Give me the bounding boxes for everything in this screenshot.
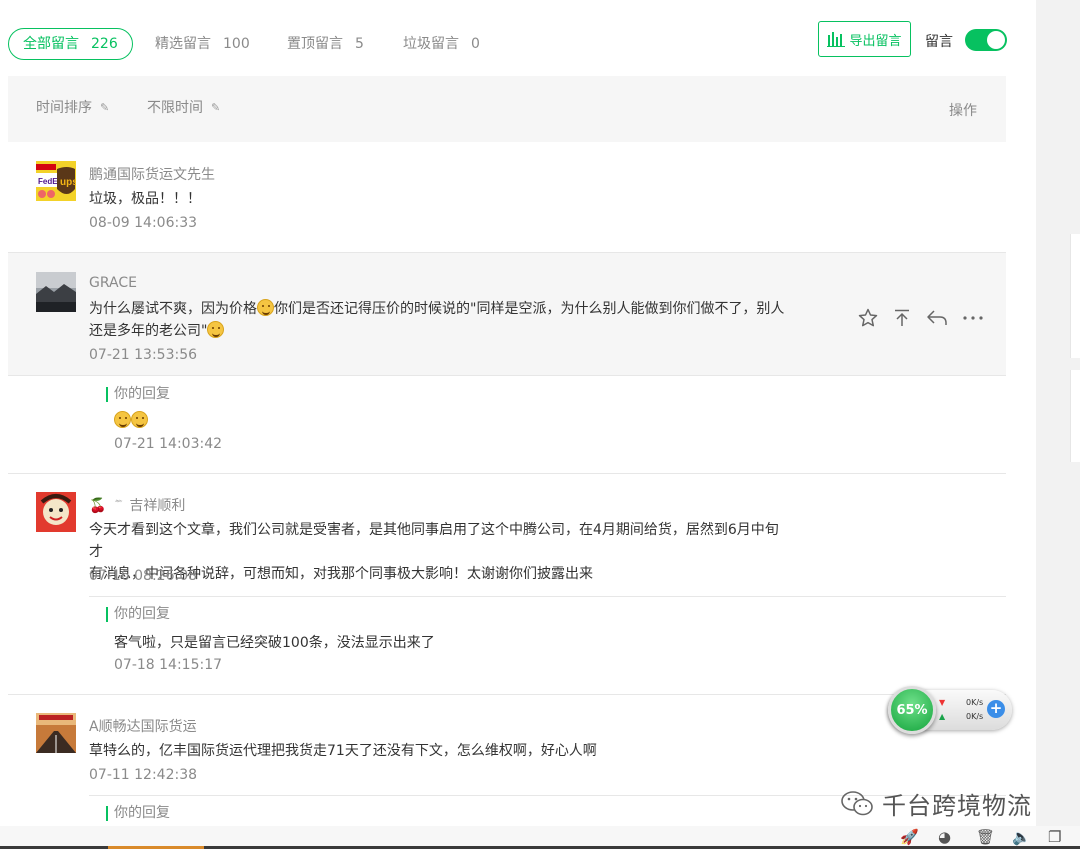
pencil-icon: ✎ xyxy=(100,101,109,114)
usage-percent: 65% xyxy=(896,703,927,718)
export-comments-button[interactable]: 导出留言 xyxy=(818,21,911,57)
sort-filter[interactable]: 时间排序 ✎ xyxy=(36,97,109,117)
comment-content: 垃圾，极品！！！ xyxy=(89,188,201,210)
comment-text: 你们是否还记得压价的时候说的"同样是空派，为什么别人能做到你们做不了，别人 xyxy=(274,301,784,317)
comment-text: 还是多年的老公司" xyxy=(89,323,207,339)
reply-icon[interactable] xyxy=(926,308,948,328)
tab-count: 100 xyxy=(223,36,250,52)
reply-time: 07-18 14:15:17 xyxy=(114,657,222,673)
divider xyxy=(8,375,1006,376)
filter-bar: 时间排序 ✎ 不限时间 ✎ 操作 xyxy=(8,76,1006,142)
trash-icon[interactable]: 🗑 xyxy=(976,828,995,846)
download-speed: 0K/s xyxy=(966,712,983,721)
browser-icon[interactable]: ◕ xyxy=(938,828,951,846)
window-icon[interactable]: ❐ xyxy=(1048,828,1061,846)
cherry-icon: 🍒 xyxy=(89,498,106,514)
crying-laughing-emoji-icon xyxy=(257,299,274,316)
reply-label: 你的回复 xyxy=(106,806,170,821)
grinning-emoji-icon xyxy=(114,411,131,428)
smirk-emoji-icon xyxy=(207,321,224,338)
upload-speed: 0K/s xyxy=(966,698,983,707)
download-arrow-icon: ▲ xyxy=(939,712,945,721)
comment-time: 07-21 13:53:56 xyxy=(89,347,197,363)
tab-all-comments[interactable]: 全部留言 226 xyxy=(8,28,133,60)
tab-label: 精选留言 xyxy=(155,36,211,52)
side-card xyxy=(1070,234,1080,358)
pencil-icon: ✎ xyxy=(211,101,220,114)
comment-content: 为什么屡试不爽，因为价格 你们是否还记得压价的时候说的"同样是空派，为什么别人能做… xyxy=(89,298,789,342)
svg-text:ups: ups xyxy=(60,177,76,188)
star-icon[interactable] xyxy=(858,308,878,328)
divider xyxy=(89,596,1006,597)
reply-text xyxy=(114,411,148,429)
avatar xyxy=(36,272,76,312)
commenter-name: 鹏通国际货运文先生 xyxy=(89,164,215,184)
tab-label: 垃圾留言 xyxy=(403,36,459,52)
side-card xyxy=(1070,370,1080,462)
tab-count: 0 xyxy=(471,36,480,52)
divider xyxy=(8,473,1006,474)
operations-header: 操作 xyxy=(949,100,977,120)
comment-time: 07-11 12:42:38 xyxy=(89,767,197,783)
reply-label: 你的回复 xyxy=(106,387,170,402)
sort-filter-label: 时间排序 xyxy=(36,97,92,117)
avatar: FedEx ups xyxy=(36,161,76,201)
bar-chart-icon xyxy=(827,31,845,47)
commenter-name-text: 吉祥顺利 xyxy=(129,498,185,514)
pin-to-top-icon[interactable] xyxy=(892,308,912,328)
reply-text: 客气啦，只是留言已经突破100条，没法显示出来了 xyxy=(114,632,435,652)
comment-toggle-switch[interactable] xyxy=(965,29,1007,51)
comment-actions xyxy=(858,308,984,328)
tab-label: 置顶留言 xyxy=(287,36,343,52)
comment-panel: 全部留言 226 精选留言 100 置顶留言 5 垃圾留言 0 导出留言 留言 时间排序… xyxy=(0,0,1036,826)
commenter-name: A顺畅达国际货运 xyxy=(89,716,197,736)
comment-time: 08-09 14:06:33 xyxy=(89,215,197,231)
tab-label: 全部留言 xyxy=(23,36,79,52)
memory-usage-indicator[interactable]: 65% xyxy=(888,686,936,734)
comment-time: 07-16 08:26:08 xyxy=(89,568,197,584)
toggle-knob xyxy=(987,31,1005,49)
comment-toggle-label: 留言 xyxy=(925,31,953,51)
time-filter-label: 不限时间 xyxy=(147,97,203,117)
avatar xyxy=(36,713,76,753)
avatar xyxy=(36,492,76,532)
commenter-name: 🍒 ؓ ؓ ؓ 吉祥顺利 xyxy=(89,495,185,515)
divider xyxy=(8,694,1006,695)
comment-text: 今天才看到这个文章，我们公司就是受害者，是其他同事启用了这个中腾公司，在4月期间… xyxy=(89,522,779,560)
upload-arrow-icon: ▼ xyxy=(939,698,945,707)
rocket-icon[interactable]: 🚀 xyxy=(900,828,919,846)
watermark-text: 千台跨境物流 xyxy=(882,786,1032,821)
comment-content: 草特么的，亿丰国际货运代理把我货走71天了还没有下文，怎么维权啊，好心人啊 xyxy=(89,740,597,762)
right-side-panel xyxy=(1036,0,1080,826)
commenter-name: GRACE xyxy=(89,275,137,291)
speaker-icon[interactable]: 🔈 xyxy=(1012,828,1031,846)
comment-text: 为什么屡试不爽，因为价格 xyxy=(89,301,257,317)
tab-spam-comments[interactable]: 垃圾留言 0 xyxy=(403,28,480,60)
tab-count: 5 xyxy=(355,36,364,52)
tab-pinned-comments[interactable]: 置顶留言 5 xyxy=(287,28,364,60)
reply-label: 你的回复 xyxy=(106,607,170,622)
wechat-icon xyxy=(840,790,876,818)
time-filter[interactable]: 不限时间 ✎ xyxy=(147,97,220,117)
decorative-symbols-icon: ؓ ؓ ؓ xyxy=(115,499,121,513)
tab-featured-comments[interactable]: 精选留言 100 xyxy=(155,28,250,60)
export-label: 导出留言 xyxy=(849,30,901,49)
reply-time: 07-21 14:03:42 xyxy=(114,436,222,452)
grinning-emoji-icon xyxy=(131,411,148,428)
watermark: 千台跨境物流 xyxy=(840,786,1032,821)
more-options-icon[interactable] xyxy=(962,308,984,328)
add-icon[interactable]: + xyxy=(987,700,1005,718)
tab-count: 226 xyxy=(91,36,118,52)
